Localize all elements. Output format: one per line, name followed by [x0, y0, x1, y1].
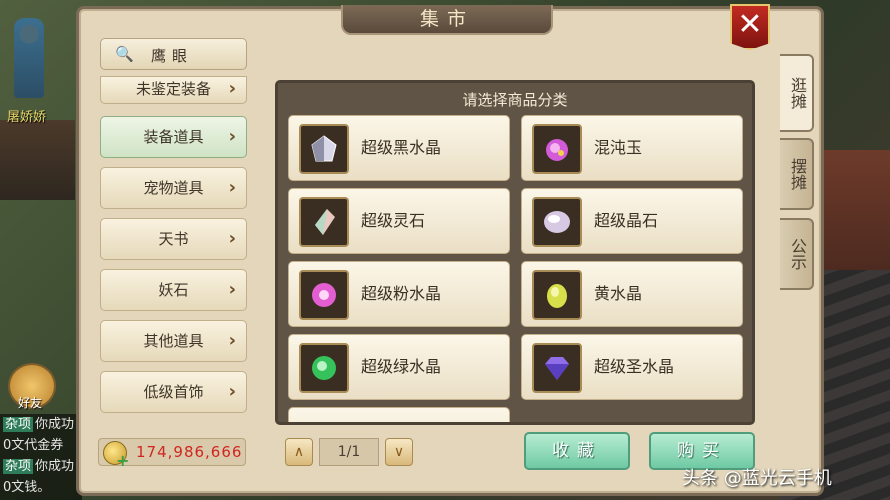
goods-item-super-pink-crystal[interactable]: 超级粉水晶	[288, 261, 510, 327]
item-name: 超级黑水晶	[361, 138, 442, 157]
item-icon-frame	[532, 197, 582, 247]
pink-crystal-icon	[312, 283, 336, 307]
category-pet-items[interactable]: 宠物道具 ›	[100, 167, 247, 209]
item-name: 超级绿水晶	[361, 357, 442, 376]
item-name: 超级灵石	[361, 211, 426, 230]
spirit-stone-icon	[315, 209, 335, 235]
chevron-right-icon: ›	[228, 126, 236, 147]
building-left	[0, 120, 75, 200]
chat-text: 你成功	[35, 459, 75, 474]
chat-text: 0文钱。	[3, 480, 51, 495]
chat-line: 杂项 你成功	[0, 456, 82, 477]
category-unidentified-equipment[interactable]: 未鉴定装备 ›	[100, 76, 247, 104]
chat-line: 0文钱。	[0, 477, 82, 498]
dialog-title: 集市	[341, 5, 553, 35]
item-name: 黄水晶	[594, 284, 643, 303]
chat-tag: 杂项	[3, 459, 34, 474]
tab-browse-stalls[interactable]: 逛摊	[780, 54, 814, 132]
category-label: 天书	[158, 230, 189, 248]
category-heavenly-book[interactable]: 天书 ›	[100, 218, 247, 260]
goods-item-chaos-jade[interactable]: 混沌玉	[521, 115, 743, 181]
goods-header: 请选择商品分类	[462, 91, 568, 109]
chaos-jade-icon	[546, 139, 568, 161]
goods-item-super-crystal-stone[interactable]: 超级晶石	[521, 188, 743, 254]
green-crystal-icon	[312, 356, 336, 380]
friends-button[interactable]: 好友	[8, 363, 56, 410]
goods-item-super-green-crystal[interactable]: 超级绿水晶	[288, 334, 510, 400]
category-panel: 🔍 鹰眼 未鉴定装备 › 装备道具 › 宠物道具 › 天书 › 妖石 › 其他道具 › 低级…	[86, 32, 258, 424]
category-label: 未鉴定装备	[135, 80, 211, 98]
chat-log[interactable]: 杂项 你成功 0文代金券 杂项 你成功 0文钱。	[0, 414, 82, 500]
npc-character[interactable]	[14, 18, 44, 98]
category-other-items[interactable]: 其他道具 ›	[100, 320, 247, 362]
category-label: 低级首饰	[143, 383, 204, 401]
npc-name: 屠娇娇	[7, 110, 47, 125]
prev-page-button[interactable]: ∧	[285, 438, 313, 466]
category-low-level-jewelry[interactable]: 低级首饰 ›	[100, 371, 247, 413]
chevron-right-icon: ›	[228, 177, 236, 198]
category-equipment-items[interactable]: 装备道具 ›	[100, 116, 247, 158]
item-name: 超级粉水晶	[361, 284, 442, 303]
black-crystal-icon	[311, 135, 337, 162]
chevron-right-icon: ›	[228, 279, 236, 300]
search-icon: 🔍	[115, 45, 134, 63]
watermark: 头条 @蓝光云手机	[682, 468, 832, 489]
add-currency-icon[interactable]: +	[116, 451, 129, 470]
category-label: 装备道具	[143, 128, 204, 146]
holy-crystal-diamond-icon	[545, 357, 569, 380]
item-icon-frame	[299, 124, 349, 174]
pager: ∧ 1/1 ∨	[285, 438, 415, 468]
currency-value: 174,986,666	[136, 443, 243, 461]
item-icon-frame	[299, 197, 349, 247]
goods-item-super-spirit-stone[interactable]: 超级灵石	[288, 188, 510, 254]
item-icon-frame	[532, 270, 582, 320]
item-name: 超级晶石	[594, 211, 659, 230]
chat-tag: 杂项	[3, 417, 34, 432]
tab-announcement[interactable]: 公示	[780, 218, 814, 290]
category-demon-stone[interactable]: 妖石 ›	[100, 269, 247, 311]
item-icon-frame	[532, 343, 582, 393]
crystal-stone-icon	[544, 211, 570, 233]
item-icon-frame	[532, 124, 582, 174]
chat-line: 0文代金券	[0, 435, 82, 456]
favorite-button[interactable]: 收藏	[524, 432, 630, 470]
goods-item-partial[interactable]	[288, 407, 510, 422]
close-button[interactable]: ✕	[730, 4, 770, 50]
chevron-right-icon: ›	[228, 78, 236, 99]
goods-panel: 请选择商品分类 超级黑水晶 混沌玉 超级灵石 超级晶石 超级粉水晶 黄水晶 超级…	[275, 80, 755, 425]
search-label: 鹰眼	[151, 47, 194, 65]
chevron-right-icon: ›	[228, 228, 236, 249]
currency-display: + 174,986,666	[98, 438, 246, 470]
goods-item-yellow-crystal[interactable]: 黄水晶	[521, 261, 743, 327]
goods-item-super-black-crystal[interactable]: 超级黑水晶	[288, 115, 510, 181]
goods-item-super-holy-crystal[interactable]: 超级圣水晶	[521, 334, 743, 400]
yellow-crystal-icon	[547, 284, 567, 308]
category-label: 宠物道具	[143, 179, 204, 197]
page-indicator: 1/1	[319, 438, 379, 466]
friends-label: 好友	[18, 396, 43, 410]
category-label: 妖石	[158, 281, 189, 299]
chat-line: 杂项 你成功	[0, 414, 82, 435]
item-name: 混沌玉	[594, 138, 643, 157]
category-label: 其他道具	[143, 332, 204, 350]
chat-text: 你成功	[35, 417, 75, 432]
item-icon-frame	[299, 343, 349, 393]
chat-text: 0文代金券	[3, 438, 64, 453]
next-page-button[interactable]: ∨	[385, 438, 413, 466]
chevron-right-icon: ›	[228, 381, 236, 402]
eagle-eye-search-button[interactable]: 🔍 鹰眼	[100, 38, 247, 70]
chevron-right-icon: ›	[228, 330, 236, 351]
item-name: 超级圣水晶	[594, 357, 675, 376]
tab-set-up-stall[interactable]: 摆摊	[780, 138, 814, 210]
item-icon-frame	[299, 270, 349, 320]
